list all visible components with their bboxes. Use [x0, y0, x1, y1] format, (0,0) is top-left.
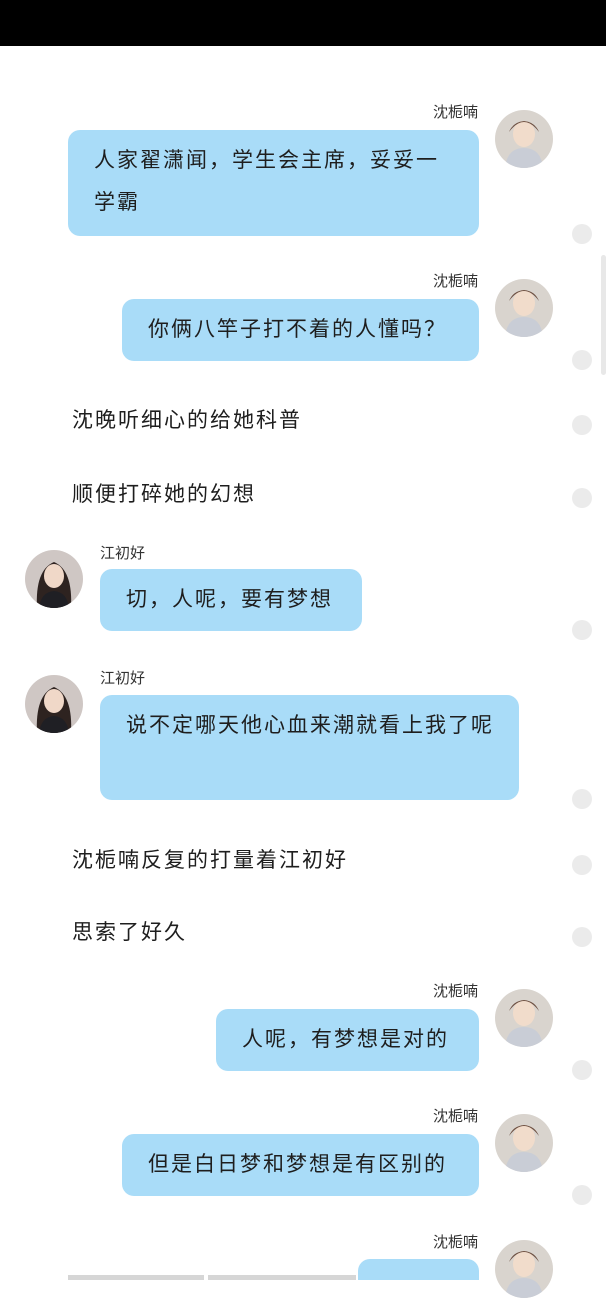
- narration-text: 沈晚听细心的给她科普: [72, 408, 302, 432]
- avatar-jiang[interactable]: [25, 675, 83, 733]
- narration-text: 顺便打碎她的幻想: [72, 482, 256, 506]
- chat-bubble[interactable]: 人家翟潇闻，学生会主席，妥妥一学霸: [68, 130, 479, 236]
- select-radio[interactable]: [572, 224, 592, 244]
- avatar-shen[interactable]: [495, 1114, 553, 1172]
- sender-name: 江初好: [100, 544, 146, 562]
- sender-name: 江初好: [100, 669, 146, 687]
- select-radio[interactable]: [572, 1060, 592, 1080]
- avatar-jiang[interactable]: [25, 550, 83, 608]
- chat-bubble[interactable]: 你俩八竿子打不着的人懂吗？: [122, 299, 479, 361]
- sender-name: 沈栀喃: [432, 982, 478, 1000]
- select-radio[interactable]: [572, 789, 592, 809]
- chat-bubble[interactable]: 说不定哪天他心血来潮就看上我了呢: [100, 695, 519, 800]
- select-radio[interactable]: [572, 350, 592, 370]
- status-bar: [0, 0, 606, 46]
- scrollbar[interactable]: [601, 255, 606, 375]
- bottom-bar-segment: [68, 1275, 204, 1280]
- sender-name: 沈栀喃: [432, 103, 478, 121]
- avatar-shen[interactable]: [495, 1240, 553, 1298]
- sender-name: 沈栀喃: [432, 1107, 478, 1125]
- chat-bubble[interactable]: [358, 1259, 479, 1280]
- narration-text: 思索了好久: [72, 920, 187, 944]
- select-radio[interactable]: [572, 1185, 592, 1205]
- avatar-shen[interactable]: [495, 110, 553, 168]
- select-radio[interactable]: [572, 488, 592, 508]
- bottom-bar-segment: [208, 1275, 356, 1280]
- narration-text: 沈栀喃反复的打量着江初好: [72, 848, 348, 872]
- sender-name: 沈栀喃: [432, 1233, 478, 1251]
- select-radio[interactable]: [572, 855, 592, 875]
- avatar-shen[interactable]: [495, 279, 553, 337]
- select-radio[interactable]: [572, 415, 592, 435]
- sender-name: 沈栀喃: [432, 272, 478, 290]
- avatar-shen[interactable]: [495, 989, 553, 1047]
- select-radio[interactable]: [572, 927, 592, 947]
- select-radio[interactable]: [572, 620, 592, 640]
- chat-bubble[interactable]: 人呢，有梦想是对的: [216, 1009, 479, 1071]
- chat-bubble[interactable]: 但是白日梦和梦想是有区别的: [122, 1134, 479, 1196]
- chat-bubble[interactable]: 切，人呢，要有梦想: [100, 569, 362, 631]
